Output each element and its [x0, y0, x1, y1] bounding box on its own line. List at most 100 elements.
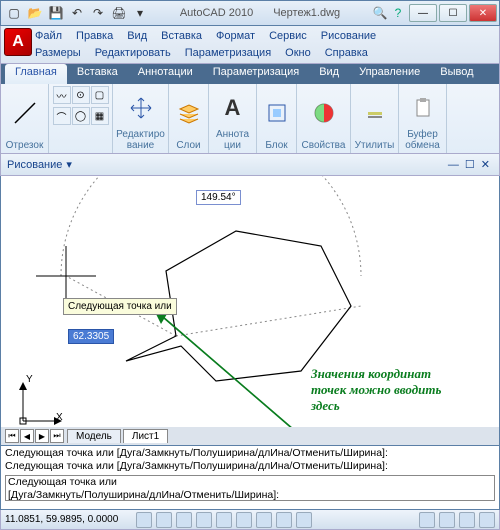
- status-dyn-icon[interactable]: [256, 512, 272, 528]
- menu-help[interactable]: Справка: [325, 45, 368, 62]
- tab-nav-prev[interactable]: ◀: [20, 429, 34, 443]
- status-snap-icon[interactable]: [136, 512, 152, 528]
- status-extra-4[interactable]: [479, 512, 495, 528]
- command-window[interactable]: Следующая точка или [Дуга/Замкнуть/Полуш…: [0, 446, 500, 510]
- app-logo-icon[interactable]: A: [4, 28, 32, 56]
- rg-props[interactable]: Свойства: [297, 84, 351, 153]
- rg-clip[interactable]: Буфер обмена: [399, 84, 447, 153]
- qat-open-icon[interactable]: 📂: [26, 4, 44, 22]
- draw-tool-5[interactable]: ◯: [72, 107, 90, 125]
- panel-title: Рисование: [7, 159, 62, 171]
- command-tooltip: Следующая точка или: [63, 298, 177, 315]
- app-name: AutoCAD 2010: [180, 7, 253, 19]
- utils-icon: [364, 86, 386, 140]
- qat-undo-icon[interactable]: ↶: [68, 4, 86, 22]
- tab-home[interactable]: Главная: [5, 64, 67, 84]
- menu-edit[interactable]: Правка: [76, 28, 113, 45]
- search-icon[interactable]: 🔍: [371, 4, 389, 22]
- chevron-down-icon[interactable]: ▾: [66, 158, 72, 171]
- rg-draw: 〰 ⊙ ▢ ⌒ ◯ ▦: [49, 84, 113, 153]
- status-extra-2[interactable]: [439, 512, 455, 528]
- draw-tool-4[interactable]: ⌒: [53, 107, 71, 125]
- status-osnap-icon[interactable]: [216, 512, 232, 528]
- qat-save-icon[interactable]: 💾: [47, 4, 65, 22]
- block-icon: [266, 86, 288, 140]
- annotation-text: Значения координат точек можно вводить з…: [311, 366, 441, 414]
- menu-insert[interactable]: Вставка: [161, 28, 202, 45]
- tab-nav-last[interactable]: ⏭: [50, 429, 64, 443]
- draw-tool-2[interactable]: ⊙: [72, 86, 90, 104]
- menu-file[interactable]: Файл: [35, 28, 62, 45]
- draw-tool-6[interactable]: ▦: [91, 107, 109, 125]
- menu-modify[interactable]: Редактировать: [95, 45, 171, 62]
- tab-view[interactable]: Вид: [309, 64, 349, 84]
- draw-tool-1[interactable]: 〰: [53, 86, 71, 104]
- cmd-history-1: Следующая точка или [Дуга/Замкнуть/Полуш…: [5, 447, 495, 460]
- file-name: Чертеж1.dwg: [273, 7, 340, 19]
- drawing-canvas[interactable]: 149.54° 62.3305 Следующая точка или Y X …: [0, 176, 500, 446]
- angle-dimension: 149.54°: [196, 190, 241, 205]
- qat-new-icon[interactable]: ▢: [5, 4, 23, 22]
- status-polar-icon[interactable]: [196, 512, 212, 528]
- status-ortho-icon[interactable]: [176, 512, 192, 528]
- status-otrack-icon[interactable]: [236, 512, 252, 528]
- cmd-input-line2: [Дуга/Замкнуть/Полуширина/длИна/Отменить…: [8, 489, 492, 502]
- layout-tab-sheet1[interactable]: Лист1: [123, 429, 168, 443]
- length-dimension[interactable]: 62.3305: [68, 329, 114, 344]
- cmd-history-2: Следующая точка или [Дуга/Замкнуть/Полуш…: [5, 460, 495, 473]
- move-icon: [129, 86, 153, 129]
- qat-redo-icon[interactable]: ↷: [89, 4, 107, 22]
- menu-format[interactable]: Формат: [216, 28, 255, 45]
- rg-utils[interactable]: Утилиты: [351, 84, 399, 153]
- rg-edit[interactable]: Редактиро вание: [113, 84, 169, 153]
- tab-insert[interactable]: Вставка: [67, 64, 128, 84]
- qat-print-icon[interactable]: 🖨: [110, 4, 128, 22]
- menu-dims[interactable]: Размеры: [35, 45, 81, 62]
- titlebar: ▢ 📂 💾 ↶ ↷ 🖨 ▾ AutoCAD 2010 Чертеж1.dwg 🔍…: [0, 0, 500, 26]
- axis-x-label: X: [56, 412, 63, 423]
- maximize-button[interactable]: ☐: [439, 4, 467, 22]
- draw-tool-3[interactable]: ▢: [91, 86, 109, 104]
- help-icon[interactable]: ?: [389, 4, 407, 22]
- ribbon-tabstrip: Главная Вставка Аннотации Параметризация…: [0, 64, 500, 84]
- doc-max-icon[interactable]: ☐: [465, 158, 475, 171]
- cmd-input[interactable]: Следующая точка или [Дуга/Замкнуть/Полуш…: [5, 475, 495, 501]
- close-button[interactable]: ✕: [469, 4, 497, 22]
- clipboard-icon: [412, 86, 434, 129]
- rg-line[interactable]: Отрезок: [1, 84, 49, 153]
- layers-icon: [177, 86, 201, 140]
- status-lwt-icon[interactable]: [276, 512, 292, 528]
- tab-output[interactable]: Вывод: [430, 64, 483, 84]
- rg-block[interactable]: Блок: [257, 84, 297, 153]
- props-icon: [313, 86, 335, 140]
- layout-tabs: ⏮ ◀ ▶ ⏭ Модель Лист1: [1, 427, 499, 445]
- qat-dd-icon[interactable]: ▾: [131, 4, 149, 22]
- tab-annot[interactable]: Аннотации: [128, 64, 203, 84]
- status-extra-3[interactable]: [459, 512, 475, 528]
- doc-min-icon[interactable]: —: [448, 159, 459, 171]
- menu-service[interactable]: Сервис: [269, 28, 307, 45]
- rg-layers[interactable]: Слои: [169, 84, 209, 153]
- ribbon: Отрезок 〰 ⊙ ▢ ⌒ ◯ ▦ Редактиро вание Слои…: [0, 84, 500, 154]
- menu-draw[interactable]: Рисование: [321, 28, 376, 45]
- tab-param[interactable]: Параметризация: [203, 64, 309, 84]
- tab-nav-next[interactable]: ▶: [35, 429, 49, 443]
- tab-nav-first[interactable]: ⏮: [5, 429, 19, 443]
- menu-window[interactable]: Окно: [285, 45, 311, 62]
- menu-param[interactable]: Параметризация: [185, 45, 271, 62]
- coords-readout: 11.0851, 59.9895, 0.0000: [5, 514, 118, 525]
- doc-close-icon[interactable]: ✕: [481, 158, 490, 171]
- cmd-input-line1: Следующая точка или: [8, 476, 492, 489]
- axis-y-label: Y: [26, 374, 33, 385]
- tab-manage[interactable]: Управление: [349, 64, 430, 84]
- status-model-icon[interactable]: [296, 512, 312, 528]
- layout-tab-model[interactable]: Модель: [67, 429, 121, 443]
- status-grid-icon[interactable]: [156, 512, 172, 528]
- minimize-button[interactable]: —: [409, 4, 437, 22]
- menubar: Файл Правка Вид Вставка Формат Сервис Ри…: [0, 26, 500, 64]
- status-extra-1[interactable]: [419, 512, 435, 528]
- menu-view[interactable]: Вид: [127, 28, 147, 45]
- text-icon: A: [225, 86, 241, 129]
- panel-header: Рисование ▾ — ☐ ✕: [0, 154, 500, 176]
- rg-annot[interactable]: A Аннота ции: [209, 84, 257, 153]
